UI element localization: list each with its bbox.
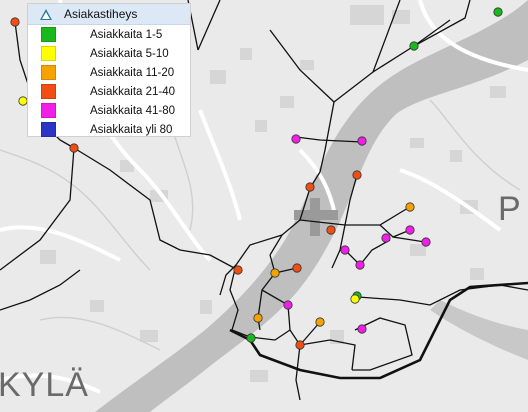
legend-item: Asiakkaita 11-20 — [28, 63, 190, 82]
legend-item-label: Asiakkaita 21-40 — [90, 85, 176, 98]
swatch-icon — [41, 122, 56, 137]
marker-41-80[interactable] — [357, 324, 367, 334]
marker-41-80[interactable] — [283, 300, 293, 310]
legend-title: Asiakastiheys — [64, 7, 138, 21]
legend-header[interactable]: Asiakastiheys — [28, 4, 190, 25]
legend-item-label: Asiakkaita 5-10 — [90, 47, 169, 60]
marker-1-5[interactable] — [409, 41, 419, 51]
marker-41-80[interactable] — [357, 136, 367, 146]
marker-5-10[interactable] — [350, 294, 360, 304]
marker-41-80[interactable] — [291, 134, 301, 144]
legend-item: Asiakkaita 1-5 — [28, 25, 190, 44]
marker-41-80[interactable] — [355, 260, 365, 270]
swatch-icon — [41, 27, 56, 42]
legend-panel: Asiakastiheys Asiakkaita 1-5 Asiakkaita … — [27, 3, 191, 137]
marker-21-40[interactable] — [326, 225, 336, 235]
place-label-left: KYLÄ — [0, 366, 89, 404]
legend-item: Asiakkaita 5-10 — [28, 44, 190, 63]
marker-1-5[interactable] — [493, 7, 503, 17]
marker-21-40[interactable] — [305, 182, 315, 192]
legend-item-label: Asiakkaita 1-5 — [90, 28, 163, 41]
marker-1-5[interactable] — [246, 333, 256, 343]
marker-21-40[interactable] — [233, 265, 243, 275]
swatch-icon — [41, 103, 56, 118]
marker-41-80[interactable] — [405, 225, 415, 235]
swatch-icon — [41, 46, 56, 61]
legend-item: Asiakkaita 41-80 — [28, 101, 190, 120]
marker-41-80[interactable] — [381, 233, 391, 243]
swatch-icon — [41, 84, 56, 99]
swatch-icon — [41, 65, 56, 80]
marker-21-40[interactable] — [352, 170, 362, 180]
marker-11-20[interactable] — [315, 317, 325, 327]
legend-item-label: Asiakkaita yli 80 — [90, 123, 173, 136]
marker-5-10[interactable] — [18, 96, 28, 106]
marker-41-80[interactable] — [421, 237, 431, 247]
marker-21-40[interactable] — [292, 263, 302, 273]
legend-item-label: Asiakkaita 11-20 — [90, 66, 175, 79]
marker-21-40[interactable] — [10, 17, 20, 27]
place-label-right: P — [498, 190, 522, 228]
marker-41-80[interactable] — [340, 245, 350, 255]
marker-11-20[interactable] — [270, 268, 280, 278]
layer-triangle-icon — [40, 8, 52, 20]
legend-item-label: Asiakkaita 41-80 — [90, 104, 176, 117]
marker-21-40[interactable] — [69, 143, 79, 153]
marker-11-20[interactable] — [253, 313, 263, 323]
marker-21-40[interactable] — [295, 340, 305, 350]
legend-item: Asiakkaita yli 80 — [28, 120, 190, 139]
legend-item: Asiakkaita 21-40 — [28, 82, 190, 101]
marker-11-20[interactable] — [405, 202, 415, 212]
